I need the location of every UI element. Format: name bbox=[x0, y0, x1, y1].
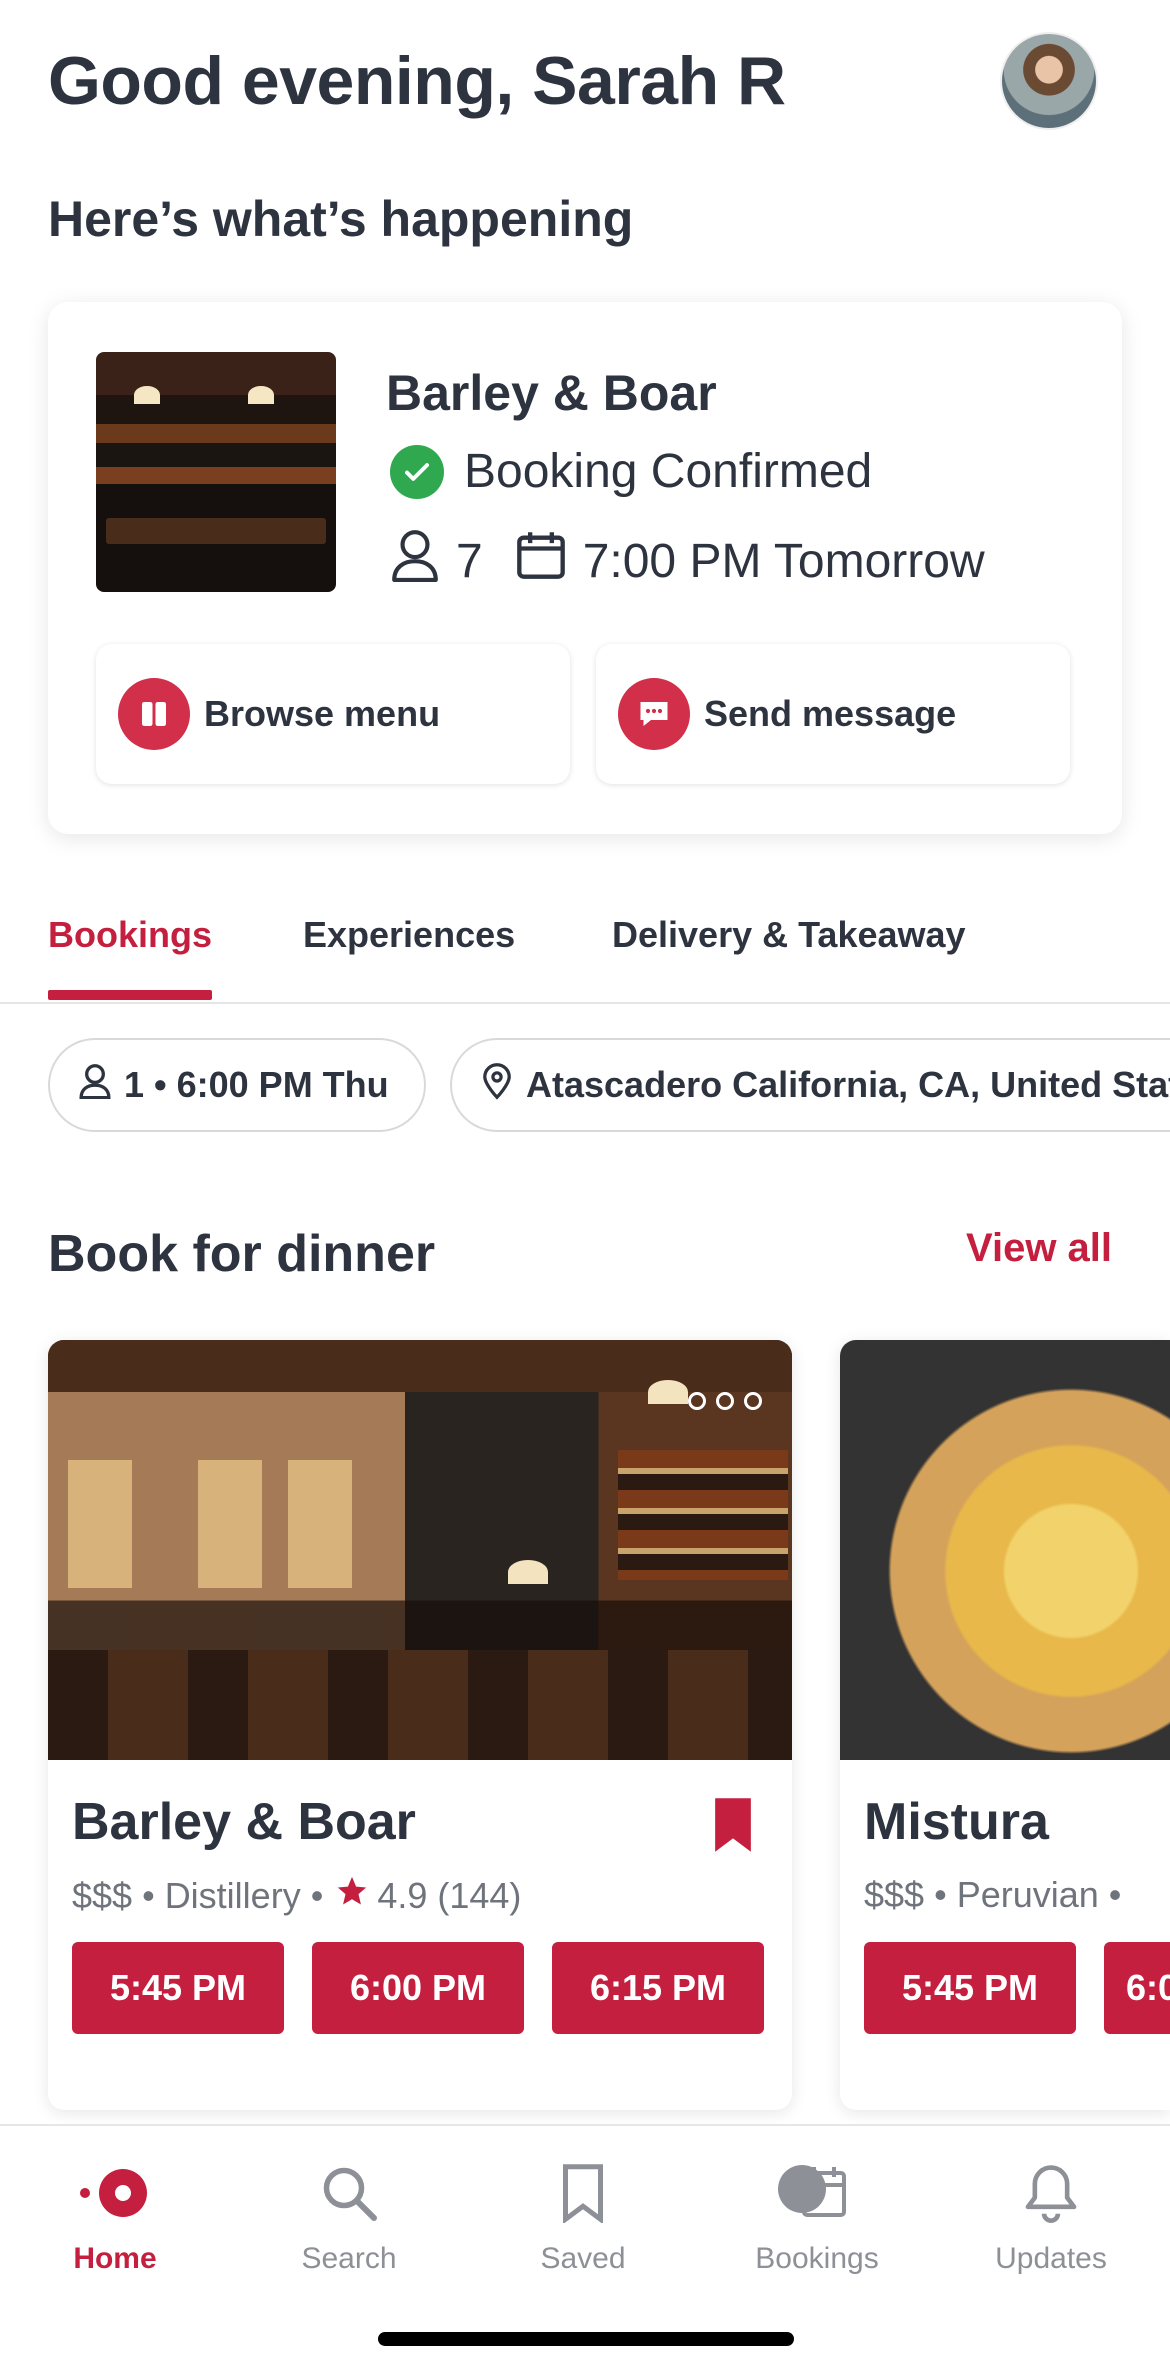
time-slot-button[interactable]: 6:00 PM bbox=[1104, 1942, 1170, 2034]
restaurant-thumbnail bbox=[96, 352, 336, 592]
booking-restaurant-name: Barley & Boar bbox=[386, 365, 717, 421]
tab-bookings[interactable]: Bookings bbox=[48, 914, 212, 956]
restaurant-meta: $$$ • Distillery • 4.9 (144) bbox=[72, 1874, 522, 1917]
nav-updates-label: Updates bbox=[995, 2242, 1107, 2275]
booking-meta: 7 7:00 PM Tomorrow bbox=[390, 528, 985, 594]
location-pin-icon bbox=[480, 1062, 514, 1109]
time-slot-button[interactable]: 5:45 PM bbox=[864, 1942, 1076, 2034]
star-icon bbox=[335, 1874, 369, 1917]
restaurant-card[interactable]: Mistura $$$ • Peruvian • 5:45 PM 6:00 PM bbox=[840, 1340, 1170, 2110]
booking-status-text: Booking Confirmed bbox=[464, 445, 873, 498]
home-icon bbox=[25, 2158, 205, 2228]
price-level: $$$ bbox=[864, 1874, 925, 1915]
person-icon bbox=[78, 1063, 112, 1108]
greeting-title: Good evening, Sarah R bbox=[48, 43, 786, 119]
booking-card[interactable]: Barley & Boar Booking Confirmed 7 7:00 P… bbox=[48, 302, 1122, 834]
nav-updates[interactable]: Updates bbox=[961, 2158, 1141, 2276]
nav-home-label: Home bbox=[73, 2242, 157, 2275]
nav-saved[interactable]: Saved bbox=[493, 2158, 673, 2276]
time-slot-button[interactable]: 5:45 PM bbox=[72, 1942, 284, 2034]
restaurant-meta: $$$ • Peruvian • bbox=[864, 1874, 1122, 1915]
restaurant-name: Mistura bbox=[864, 1793, 1049, 1851]
location-filter[interactable]: Atascadero California, CA, United States bbox=[450, 1038, 1170, 1132]
nav-home[interactable]: Home bbox=[25, 2158, 205, 2276]
person-icon bbox=[390, 528, 440, 594]
menu-book-icon bbox=[118, 678, 190, 750]
nav-search-label: Search bbox=[301, 2242, 397, 2275]
section-title-book-for-dinner: Book for dinner bbox=[48, 1225, 436, 1283]
rating: 4.9 bbox=[377, 1874, 428, 1916]
section-heading-happening: Here’s what’s happening bbox=[48, 191, 634, 247]
send-message-label: Send message bbox=[704, 693, 957, 734]
nav-bookings-label: Bookings bbox=[755, 2242, 879, 2275]
party-time-filter[interactable]: 1 • 6:00 PM Thu bbox=[48, 1038, 426, 1132]
avatar[interactable] bbox=[1000, 32, 1098, 130]
restaurant-card[interactable]: Barley & Boar $$$ • Distillery • 4.9 (14… bbox=[48, 1340, 792, 2110]
nav-saved-label: Saved bbox=[540, 2242, 626, 2275]
browse-menu-button[interactable]: Browse menu bbox=[96, 644, 570, 784]
price-level: $$$ bbox=[72, 1874, 133, 1916]
booking-status: Booking Confirmed bbox=[390, 444, 872, 499]
active-tab-indicator bbox=[48, 990, 212, 1000]
check-circle-icon bbox=[390, 444, 444, 499]
tab-delivery-takeaway[interactable]: Delivery & Takeaway bbox=[612, 914, 966, 956]
view-all-link[interactable]: View all bbox=[966, 1226, 1112, 1271]
search-icon bbox=[259, 2158, 439, 2228]
booking-datetime: 7:00 PM Tomorrow bbox=[582, 534, 985, 588]
home-indicator bbox=[378, 2332, 794, 2346]
calendar-icon bbox=[515, 529, 567, 593]
cuisine: Peruvian bbox=[956, 1874, 1099, 1915]
restaurant-photo bbox=[840, 1340, 1170, 1760]
bell-icon bbox=[961, 2158, 1141, 2228]
time-slot-button[interactable]: 6:15 PM bbox=[552, 1942, 764, 2034]
bookmark-icon bbox=[493, 2158, 673, 2228]
review-count: (144) bbox=[437, 1874, 522, 1916]
location-text: Atascadero California, CA, United States bbox=[526, 1064, 1170, 1105]
tab-bar: Bookings Experiences Delivery & Takeaway bbox=[0, 900, 1170, 1004]
party-time-text: 1 • 6:00 PM Thu bbox=[124, 1064, 389, 1105]
nav-search[interactable]: Search bbox=[259, 2158, 439, 2276]
party-size: 7 bbox=[456, 534, 483, 588]
cuisine: Distillery bbox=[164, 1874, 301, 1916]
more-options-icon[interactable] bbox=[688, 1392, 762, 1410]
restaurant-photo bbox=[48, 1340, 792, 1760]
send-message-button[interactable]: Send message bbox=[596, 644, 1070, 784]
chat-icon bbox=[618, 678, 690, 750]
time-slot-button[interactable]: 6:00 PM bbox=[312, 1942, 524, 2034]
restaurant-name: Barley & Boar bbox=[72, 1793, 416, 1851]
calendar-icon bbox=[727, 2158, 907, 2228]
tab-experiences[interactable]: Experiences bbox=[303, 914, 515, 956]
browse-menu-label: Browse menu bbox=[204, 693, 441, 734]
nav-bookings[interactable]: Bookings bbox=[727, 2158, 907, 2276]
bookmark-icon[interactable] bbox=[710, 1796, 756, 1859]
